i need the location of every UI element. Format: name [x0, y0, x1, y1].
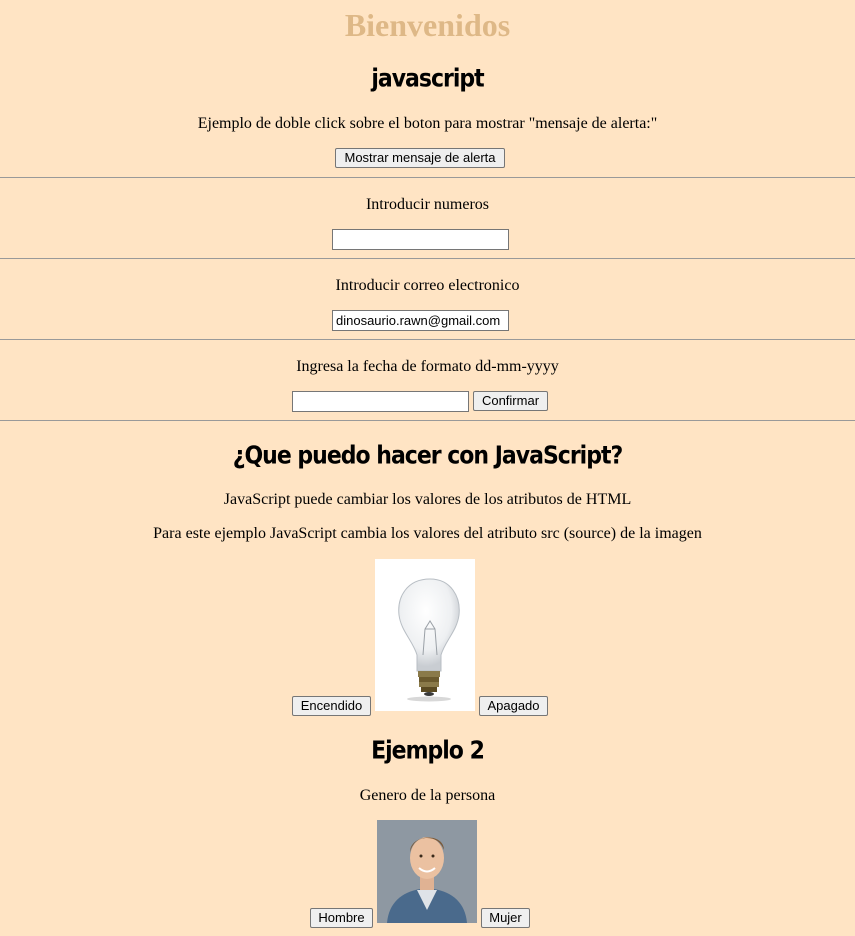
- what-line-2: Para este ejemplo JavaScript cambia los …: [153, 525, 702, 542]
- email-field[interactable]: [332, 310, 509, 331]
- date-label: Ingresa la fecha de formato dd-mm-yyyy: [296, 358, 559, 375]
- section-heading-example-2: Ejemplo 2: [371, 737, 485, 766]
- divider: [0, 258, 855, 259]
- gender-label: Genero de la persona: [359, 787, 496, 804]
- light-on-button[interactable]: Encendido: [292, 696, 371, 716]
- divider: [0, 177, 855, 178]
- divider: [0, 339, 855, 340]
- divider: [0, 420, 855, 421]
- section-heading-javascript: javascript: [371, 65, 484, 94]
- section-heading-what: ¿Que puedo hacer con JavaScript?: [232, 442, 624, 471]
- date-input[interactable]: [292, 391, 469, 412]
- email-label: Introducir correo electronico: [335, 277, 520, 294]
- what-line-1: JavaScript puede cambiar los valores de …: [223, 491, 632, 508]
- person-photo-icon: [377, 820, 477, 923]
- alert-description: Ejemplo de doble click sobre el boton pa…: [197, 115, 658, 132]
- numbers-label: Introducir numeros: [365, 196, 490, 213]
- lightbulb-icon: [398, 578, 460, 702]
- page-title: Bienvenidos: [344, 7, 511, 43]
- male-button[interactable]: Hombre: [310, 908, 373, 928]
- confirm-button[interactable]: Confirmar: [473, 391, 548, 411]
- light-off-button[interactable]: Apagado: [479, 696, 548, 716]
- female-button[interactable]: Mujer: [481, 908, 530, 928]
- person-image: [377, 820, 477, 923]
- show-alert-button[interactable]: Mostrar mensaje de alerta: [335, 148, 505, 168]
- lightbulb-image: [375, 559, 475, 711]
- numbers-input[interactable]: [332, 229, 509, 250]
